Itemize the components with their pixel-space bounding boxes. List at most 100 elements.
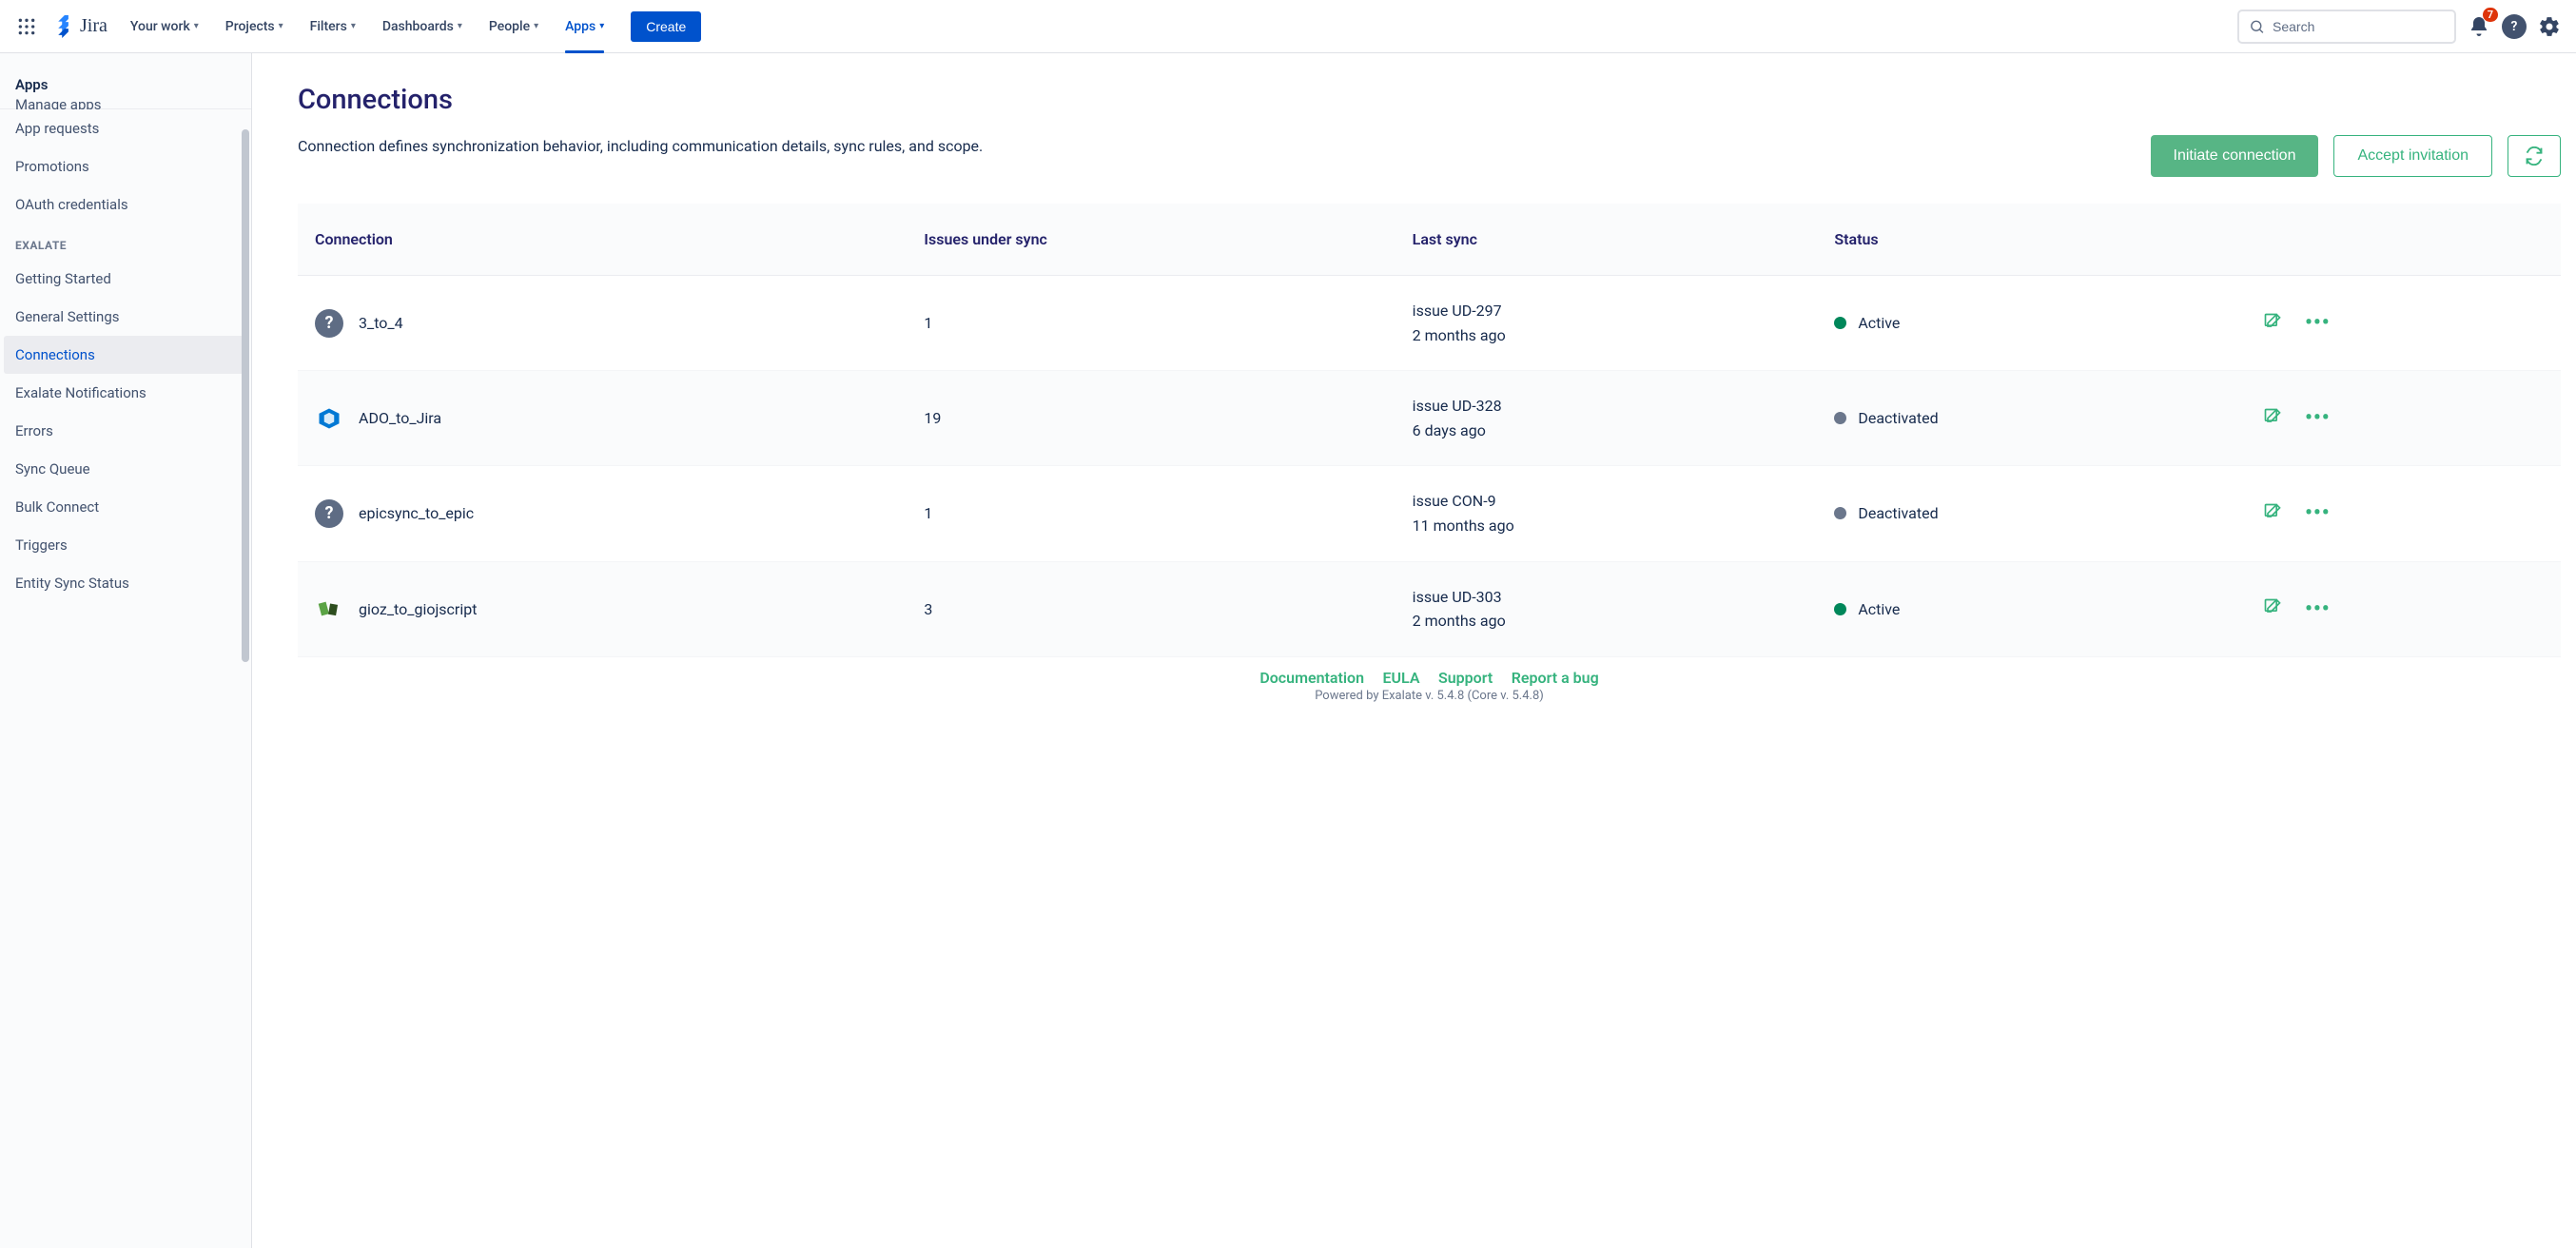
nav-apps[interactable]: Apps▾ xyxy=(554,0,615,53)
row-actions: ••• xyxy=(2263,501,2544,525)
table-row: ? 3_to_4 1 issue UD-2972 months ago Activ… xyxy=(298,276,2561,371)
nav-your-work[interactable]: Your work▾ xyxy=(119,0,210,53)
col-issues: Issues under sync xyxy=(907,204,1395,276)
sidebar-item-app-requests[interactable]: App requests xyxy=(0,109,251,147)
sidebar-item-notifications[interactable]: Exalate Notifications xyxy=(0,374,251,412)
table-row: ADO_to_Jira 19 issue UD-3286 days ago De… xyxy=(298,371,2561,466)
footer-support[interactable]: Support xyxy=(1438,669,1493,687)
last-sync-cell: issue UD-3032 months ago xyxy=(1413,585,1801,634)
page-actions: Initiate connection Accept invitation xyxy=(2151,135,2562,177)
footer-links: Documentation EULA Support Report a bug xyxy=(298,657,2561,689)
connection-cell: ? 3_to_4 xyxy=(315,309,889,338)
last-sync-time: 6 days ago xyxy=(1413,419,1801,443)
last-sync-cell: issue UD-2972 months ago xyxy=(1413,299,1801,347)
nav-projects[interactable]: Projects▾ xyxy=(214,0,295,53)
notification-badge: 7 xyxy=(2483,8,2498,22)
sidebar-item-bulk-connect[interactable]: Bulk Connect xyxy=(0,488,251,526)
col-connection: Connection xyxy=(298,204,907,276)
sidebar-item-general-settings[interactable]: General Settings xyxy=(0,298,251,336)
sidebar-item-sync-queue[interactable]: Sync Queue xyxy=(0,450,251,488)
row-actions: ••• xyxy=(2263,597,2544,621)
table-row: ?epicsync_to_epic 1 issue CON-911 months… xyxy=(298,466,2561,561)
notifications-button[interactable]: 7 xyxy=(2464,11,2494,42)
sidebar-item-triggers[interactable]: Triggers xyxy=(0,526,251,564)
app-switcher-icon[interactable] xyxy=(11,11,42,42)
settings-button[interactable] xyxy=(2534,11,2565,42)
nav-dashboards[interactable]: Dashboards▾ xyxy=(371,0,474,53)
topbar: Jira Your work▾ Projects▾ Filters▾ Dashb… xyxy=(0,0,2576,53)
status-dot xyxy=(1834,317,1846,329)
main-content: Connections Connection defines synchroni… xyxy=(252,53,2576,1248)
jira-logo-icon xyxy=(53,15,76,38)
accept-invitation-button[interactable]: Accept invitation xyxy=(2333,135,2492,177)
search-input[interactable] xyxy=(2273,19,2445,34)
status-cell: Deactivated xyxy=(1834,504,2229,522)
chevron-down-icon: ▾ xyxy=(458,21,462,31)
footer-eula[interactable]: EULA xyxy=(1382,669,1419,687)
status-label: Active xyxy=(1858,600,1900,618)
issues-count: 1 xyxy=(907,276,1395,371)
gioz-icon xyxy=(315,595,343,623)
edit-button[interactable] xyxy=(2263,597,2282,620)
topbar-right: 7 ? xyxy=(2237,10,2565,44)
sidebar-item-manage-apps[interactable]: Manage apps xyxy=(0,96,251,109)
footer-documentation[interactable]: Documentation xyxy=(1259,669,1364,687)
create-button[interactable]: Create xyxy=(631,11,701,42)
edit-button[interactable] xyxy=(2263,407,2282,430)
more-button[interactable]: ••• xyxy=(2305,406,2331,430)
last-sync-issue: issue CON-9 xyxy=(1413,489,1801,514)
connection-cell: gioz_to_giojscript xyxy=(315,595,889,623)
nav-filters[interactable]: Filters▾ xyxy=(299,0,367,53)
last-sync-time: 2 months ago xyxy=(1413,323,1801,348)
status-dot xyxy=(1834,603,1846,615)
jira-logo[interactable]: Jira xyxy=(46,15,115,38)
row-actions: ••• xyxy=(2263,311,2544,335)
footer-version: Powered by Exalate v. 5.4.8 (Core v. 5.4… xyxy=(298,689,2561,707)
initiate-connection-button[interactable]: Initiate connection xyxy=(2151,135,2319,177)
status-label: Active xyxy=(1858,314,1900,332)
nav-people[interactable]: People▾ xyxy=(478,0,550,53)
scrollbar[interactable] xyxy=(242,129,249,662)
status-dot xyxy=(1834,412,1846,424)
sidebar-item-promotions[interactable]: Promotions xyxy=(0,147,251,185)
status-cell: Active xyxy=(1834,600,2229,618)
last-sync-issue: issue UD-303 xyxy=(1413,585,1801,610)
chevron-down-icon: ▾ xyxy=(599,21,604,31)
sidebar-item-oauth[interactable]: OAuth credentials xyxy=(0,185,251,224)
edit-button[interactable] xyxy=(2263,312,2282,335)
layout: Apps Manage apps App requests Promotions… xyxy=(0,53,2576,1248)
footer-report-bug[interactable]: Report a bug xyxy=(1512,669,1599,687)
connection-name: epicsync_to_epic xyxy=(359,504,474,522)
question-icon: ? xyxy=(315,309,343,338)
col-status: Status xyxy=(1817,204,2246,276)
ado-icon xyxy=(315,404,343,433)
search-icon xyxy=(2249,18,2265,35)
connection-name: gioz_to_giojscript xyxy=(359,600,477,618)
sidebar-item-entity-sync[interactable]: Entity Sync Status xyxy=(0,564,251,602)
status-cell: Deactivated xyxy=(1834,409,2229,427)
last-sync-issue: issue UD-328 xyxy=(1413,394,1801,419)
more-button[interactable]: ••• xyxy=(2305,311,2331,335)
more-button[interactable]: ••• xyxy=(2305,501,2331,525)
refresh-button[interactable] xyxy=(2508,135,2561,177)
refresh-icon xyxy=(2525,146,2544,166)
connection-name: 3_to_4 xyxy=(359,314,403,332)
sidebar-item-connections[interactable]: Connections xyxy=(4,336,247,374)
last-sync-issue: issue UD-297 xyxy=(1413,299,1801,323)
sidebar-section-exalate: EXALATE xyxy=(0,224,251,260)
table-row: gioz_to_giojscript 3 issue UD-3032 month… xyxy=(298,561,2561,656)
status-cell: Active xyxy=(1834,314,2229,332)
chevron-down-icon: ▾ xyxy=(194,21,199,31)
sidebar-item-errors[interactable]: Errors xyxy=(0,412,251,450)
search-box[interactable] xyxy=(2237,10,2456,44)
sidebar-item-getting-started[interactable]: Getting Started xyxy=(0,260,251,298)
topbar-left: Jira Your work▾ Projects▾ Filters▾ Dashb… xyxy=(11,0,701,53)
more-button[interactable]: ••• xyxy=(2305,597,2331,621)
row-actions: ••• xyxy=(2263,406,2544,430)
col-actions xyxy=(2246,204,2561,276)
chevron-down-icon: ▾ xyxy=(534,21,538,31)
edit-button[interactable] xyxy=(2263,502,2282,525)
issues-count: 19 xyxy=(907,371,1395,466)
connection-name: ADO_to_Jira xyxy=(359,409,441,427)
help-button[interactable]: ? xyxy=(2502,14,2527,39)
